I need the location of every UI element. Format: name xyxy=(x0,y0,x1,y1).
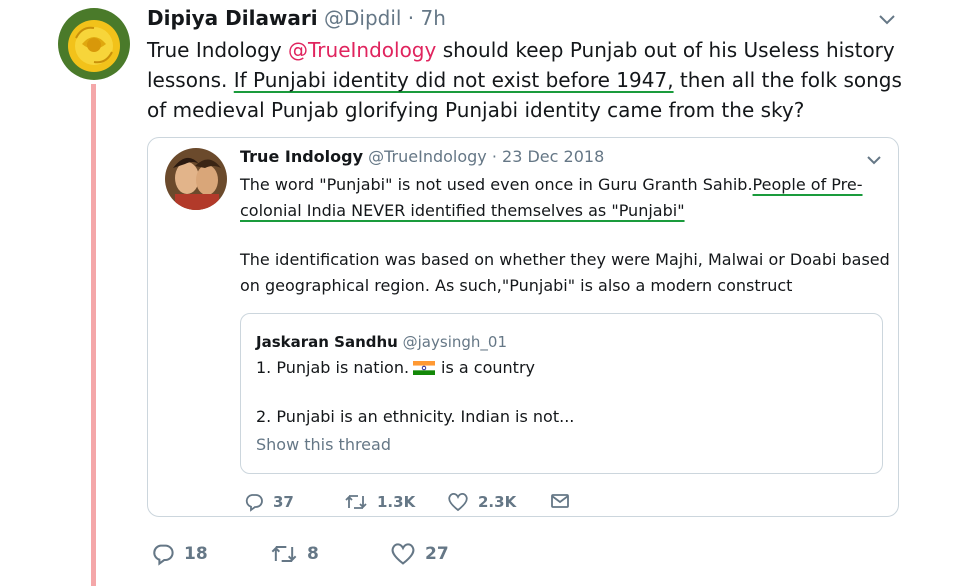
author-avatar[interactable] xyxy=(58,8,130,80)
nested-tweet-header: Jaskaran Sandhu @jaysingh_01 xyxy=(256,333,507,351)
show-thread-link[interactable]: Show this thread xyxy=(256,435,391,454)
quoted-retweet-count: 1.3K xyxy=(377,493,416,511)
quoted-reply-count: 37 xyxy=(273,493,294,511)
reply-count: 18 xyxy=(184,544,208,564)
envelope-icon xyxy=(551,494,569,508)
author-name[interactable]: Dipiya Dilawari xyxy=(147,6,318,30)
retweet-button[interactable]: 8 xyxy=(270,542,319,566)
quoted-tweet-header: True Indology @TrueIndology · 23 Dec 201… xyxy=(240,147,604,166)
retweet-count: 8 xyxy=(307,544,319,564)
thread-connector-line xyxy=(91,84,96,586)
reply-icon xyxy=(153,544,174,566)
reply-icon xyxy=(245,494,263,512)
chevron-down-icon[interactable] xyxy=(876,8,898,34)
india-flag-icon xyxy=(413,360,436,375)
quoted-author-avatar[interactable] xyxy=(165,148,227,210)
quoted-like-count: 2.3K xyxy=(478,493,517,511)
nested-line1-part1: 1. Punjab is nation. xyxy=(256,358,410,377)
quoted-retweet-button[interactable]: 1.3K xyxy=(344,492,415,512)
header-separator: · xyxy=(401,6,421,30)
tweet-timestamp[interactable]: 7h xyxy=(421,6,446,30)
retweet-icon xyxy=(345,495,367,509)
direct-message-button[interactable] xyxy=(550,492,570,510)
quoted-like-button[interactable]: 2.3K xyxy=(447,492,516,512)
quoted-tweet-paragraph-1: The word "Punjabi" is not used even once… xyxy=(240,172,890,224)
quoted-author-handle[interactable]: @TrueIndology xyxy=(368,147,487,166)
highlighted-text: If Punjabi identity did not exist before… xyxy=(233,68,674,92)
tweet-header: Dipiya Dilawari @Dipdil · 7h xyxy=(147,6,446,30)
nested-author-name[interactable]: Jaskaran Sandhu xyxy=(256,333,398,351)
chevron-down-icon[interactable] xyxy=(864,150,884,174)
heart-icon xyxy=(448,492,468,512)
nested-author-handle[interactable]: @jaysingh_01 xyxy=(403,333,507,351)
quoted-author-name[interactable]: True Indology xyxy=(240,147,363,166)
quoted-tweet-date[interactable]: 23 Dec 2018 xyxy=(502,147,604,166)
tweet-text-part1: True Indology xyxy=(147,38,289,62)
nested-line1-part2: is a country xyxy=(441,358,535,377)
reply-button[interactable]: 18 xyxy=(151,542,208,566)
like-count: 27 xyxy=(425,544,449,564)
like-button[interactable]: 27 xyxy=(390,542,449,566)
author-handle[interactable]: @Dipdil xyxy=(324,6,401,30)
mention-link[interactable]: @TrueIndology xyxy=(288,38,436,62)
quoted-reply-button[interactable]: 37 xyxy=(244,492,294,512)
heart-icon xyxy=(391,543,415,565)
quoted-header-separator: · xyxy=(486,147,503,166)
nested-tweet-line-1: 1. Punjab is nation. is a country xyxy=(256,358,535,377)
quoted-tweet-paragraph-2: The identification was based on whether … xyxy=(240,250,890,295)
tweet-text: True Indology @TrueIndology should keep … xyxy=(147,35,907,125)
nested-tweet-line-2: 2. Punjabi is an ethnicity. Indian is no… xyxy=(256,407,575,426)
retweet-icon xyxy=(271,546,297,562)
quoted-text-part1: The word "Punjabi" is not used even once… xyxy=(240,175,753,194)
